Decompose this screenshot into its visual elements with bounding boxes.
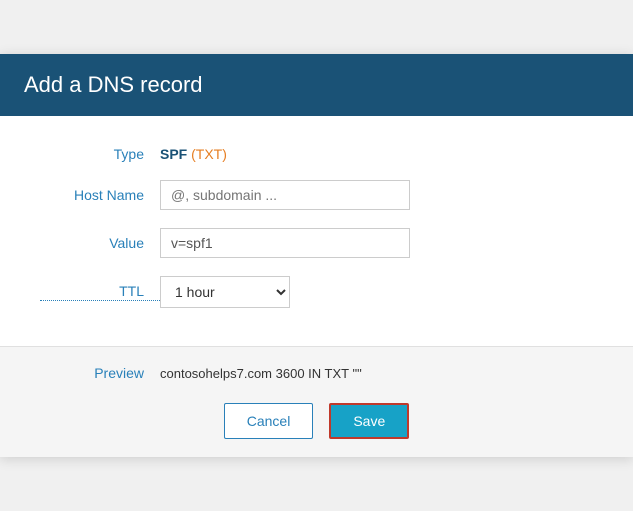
type-value: SPF (TXT) [160, 146, 227, 162]
cancel-button[interactable]: Cancel [224, 403, 314, 439]
preview-row: Preview contosohelps7.com 3600 IN TXT "" [40, 365, 593, 381]
save-button[interactable]: Save [329, 403, 409, 439]
dialog-body: Type SPF (TXT) Host Name Value TTL 1 hou… [0, 116, 633, 346]
hostname-row: Host Name [40, 180, 593, 210]
hostname-label: Host Name [40, 187, 160, 203]
type-txt: (TXT) [191, 146, 227, 162]
value-label: Value [40, 235, 160, 251]
type-spf: SPF [160, 146, 187, 162]
hostname-input[interactable] [160, 180, 410, 210]
preview-value: contosohelps7.com 3600 IN TXT "" [160, 366, 362, 381]
type-label: Type [40, 146, 160, 162]
ttl-row: TTL 1 hour 30 minutes 1 day Custom [40, 276, 593, 308]
dialog-container: Add a DNS record Type SPF (TXT) Host Nam… [0, 54, 633, 457]
value-input[interactable] [160, 228, 410, 258]
dialog-title: Add a DNS record [24, 72, 609, 98]
ttl-label: TTL [40, 283, 160, 301]
dialog-header: Add a DNS record [0, 54, 633, 116]
button-row: Cancel Save [40, 399, 593, 439]
value-row: Value [40, 228, 593, 258]
ttl-select[interactable]: 1 hour 30 minutes 1 day Custom [160, 276, 290, 308]
type-row: Type SPF (TXT) [40, 146, 593, 162]
preview-label: Preview [40, 365, 160, 381]
dialog-footer: Preview contosohelps7.com 3600 IN TXT ""… [0, 346, 633, 457]
